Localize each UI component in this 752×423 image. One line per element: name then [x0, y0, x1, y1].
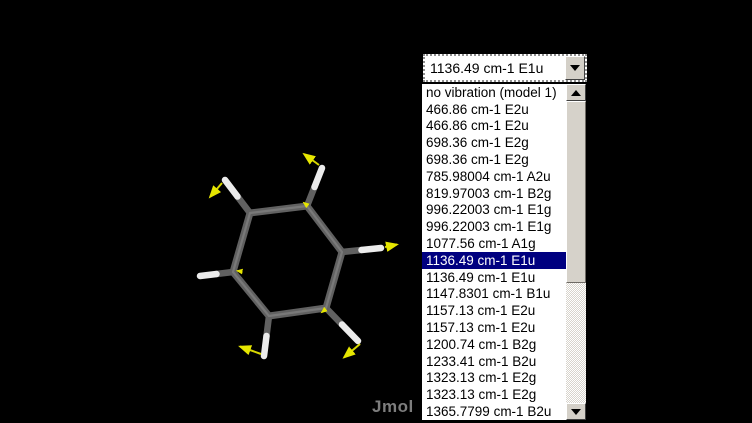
list-item[interactable]: 1157.13 cm-1 E2u — [422, 302, 566, 319]
dropdown-arrow-icon — [570, 65, 580, 71]
list-item[interactable]: 466.86 cm-1 E2u — [422, 101, 566, 118]
scrollbar-thumb[interactable] — [566, 101, 586, 283]
list-item[interactable]: 1136.49 cm-1 E1u — [422, 269, 566, 286]
list-item[interactable]: 1233.41 cm-1 B2u — [422, 353, 566, 370]
list-item[interactable]: 1323.13 cm-1 E2g — [422, 386, 566, 403]
list-item[interactable]: 785.98004 cm-1 A2u — [422, 168, 566, 185]
list-item[interactable]: 1365.7799 cm-1 B2u — [422, 403, 566, 420]
list-item[interactable]: 1147.8301 cm-1 B1u — [422, 286, 566, 303]
molecule-canvas[interactable] — [0, 0, 752, 423]
list-item[interactable]: 698.36 cm-1 E2g — [422, 134, 566, 151]
list-item[interactable]: 466.86 cm-1 E2u — [422, 118, 566, 135]
list-item[interactable]: 1136.49 cm-1 E1u — [422, 252, 566, 269]
list-item[interactable]: 698.36 cm-1 E2g — [422, 151, 566, 168]
scrollbar-up-button[interactable] — [566, 84, 586, 101]
jmol-watermark: Jmol — [372, 397, 414, 417]
ch-bond-hydrogen-halves — [200, 168, 381, 356]
scrollbar-track[interactable] — [566, 283, 586, 403]
scrollbar-down-button[interactable] — [566, 403, 586, 420]
list-item[interactable]: 819.97003 cm-1 B2g — [422, 185, 566, 202]
down-arrow-icon — [571, 409, 581, 415]
list-item[interactable]: no vibration (model 1) — [422, 84, 566, 101]
vibration-dropdown: no vibration (model 1)466.86 cm-1 E2u466… — [422, 84, 586, 422]
vibration-combobox[interactable]: 1136.49 cm-1 E1u — [423, 54, 587, 82]
up-arrow-icon — [571, 90, 581, 96]
list-item[interactable]: 1077.56 cm-1 A1g — [422, 235, 566, 252]
list-item[interactable]: 1323.13 cm-1 E2g — [422, 370, 566, 387]
jmol-viewport[interactable]: Jmol 1136.49 cm-1 E1u no vibration (mode… — [0, 0, 752, 423]
combobox-value[interactable]: 1136.49 cm-1 E1u — [425, 56, 565, 80]
list-item[interactable]: 996.22003 cm-1 E1g — [422, 202, 566, 219]
benzene-ring — [233, 206, 342, 316]
list-scrollbar[interactable] — [566, 84, 586, 420]
list-item[interactable]: 1157.13 cm-1 E2u — [422, 319, 566, 336]
list-item[interactable]: 1200.74 cm-1 B2g — [422, 336, 566, 353]
vibration-list: no vibration (model 1)466.86 cm-1 E2u466… — [422, 84, 566, 420]
list-item[interactable]: 996.22003 cm-1 E1g — [422, 218, 566, 235]
combobox-dropdown-button[interactable] — [565, 56, 585, 80]
